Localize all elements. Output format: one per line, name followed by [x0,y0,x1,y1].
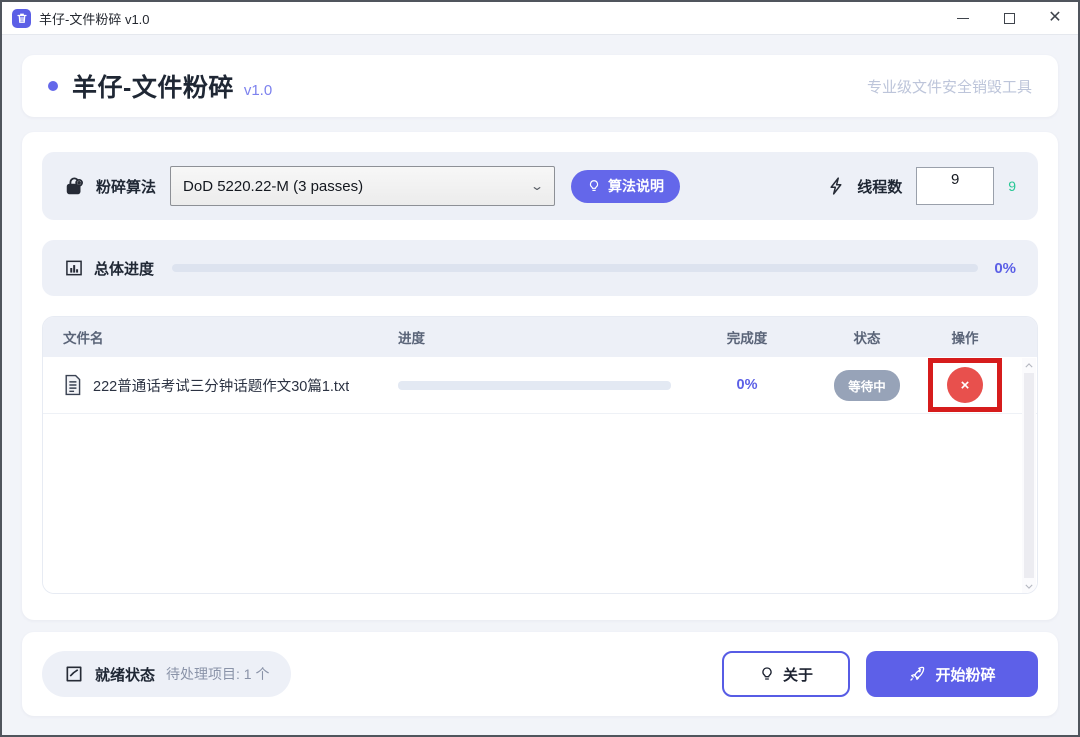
threads-hint: 9 [1008,178,1016,194]
lightning-icon [827,176,847,196]
algorithm-help-label: 算法说明 [608,176,664,196]
header-completion: 完成度 [683,327,811,347]
file-percent: 0% [737,377,758,393]
main-card: 粉碎算法 DoD 5220.22-M (3 passes) ⌄ 算法说明 线程数 [22,132,1058,620]
header-action: 操作 [923,327,1007,347]
pending-items-label: 待处理项目: 1 个 [166,664,269,684]
settings-panel: 粉碎算法 DoD 5220.22-M (3 passes) ⌄ 算法说明 线程数 [42,152,1038,220]
algorithm-label: 粉碎算法 [96,176,156,197]
minimize-button[interactable] [940,2,986,34]
version-label: v1.0 [244,82,272,99]
lock-icon [64,175,86,197]
table-row: 222普通话考试三分钟话题作文30篇1.txt 0% 等待中 × [43,357,1037,414]
table-header: 文件名 进度 完成度 状态 操作 [43,317,1037,357]
file-table: 文件名 进度 完成度 状态 操作 222普通话考试三分钟话题作文30篇1.txt [42,316,1038,594]
threads-group: 线程数 9 [827,167,1016,205]
scroll-down-icon[interactable] [1025,579,1033,593]
rocket-icon [908,665,926,683]
header-status: 状态 [811,327,923,347]
scroll-up-icon[interactable] [1025,358,1033,372]
maximize-button[interactable] [986,2,1032,34]
trash-app-icon [12,9,31,28]
close-icon: ✕ [1048,10,1061,26]
overall-progress-label: 总体进度 [94,258,154,279]
start-shred-button[interactable]: 开始粉碎 [866,651,1038,697]
list-scrollbar[interactable] [1022,358,1036,593]
overall-progress-panel: 总体进度 0% [42,240,1038,296]
maximize-icon [1004,13,1015,24]
bar-chart-icon [64,258,84,278]
app-subtitle: 专业级文件安全销毁工具 [867,76,1032,97]
chevron-down-icon: ⌄ [530,179,544,193]
remove-file-button[interactable]: × [947,367,983,403]
page-title: 羊仔-文件粉碎 [72,68,234,104]
about-button[interactable]: 关于 [722,651,850,697]
algorithm-selected-value: DoD 5220.22-M (3 passes) [183,178,532,195]
overall-progress-bar [172,264,978,272]
content-area: 羊仔-文件粉碎 v1.0 专业级文件安全销毁工具 粉碎算法 DoD 5220.2… [2,35,1078,736]
file-progress-bar [398,381,671,390]
footer-card: 就绪状态 待处理项目: 1 个 关于 开始粉碎 [22,632,1058,716]
algorithm-select[interactable]: DoD 5220.22-M (3 passes) ⌄ [170,166,555,206]
file-name: 222普通话考试三分钟话题作文30篇1.txt [93,375,349,396]
header-card: 羊仔-文件粉碎 v1.0 专业级文件安全销毁工具 [22,55,1058,117]
document-icon [63,374,82,396]
bulb-icon [587,179,601,193]
title-bar: 羊仔-文件粉碎 v1.0 ✕ [2,2,1078,35]
status-badge: 等待中 [834,370,900,401]
status-pill: 就绪状态 待处理项目: 1 个 [42,651,291,697]
ready-status-label: 就绪状态 [95,664,155,685]
accent-dot-icon [48,81,58,91]
checkbox-icon [64,664,84,684]
start-shred-label: 开始粉碎 [935,664,995,685]
app-window: 羊仔-文件粉碎 v1.0 ✕ 羊仔-文件粉碎 v1.0 专业级文件安全销毁工具 … [0,0,1080,737]
threads-label: 线程数 [857,176,902,197]
overall-progress-percent: 0% [994,260,1016,277]
bulb-icon [759,666,775,682]
threads-input[interactable] [916,167,994,205]
scrollbar-thumb[interactable] [1024,373,1034,578]
header-progress: 进度 [398,327,683,347]
window-title: 羊仔-文件粉碎 v1.0 [39,9,150,28]
algorithm-help-button[interactable]: 算法说明 [571,170,680,203]
about-label: 关于 [783,664,813,685]
table-body: 222普通话考试三分钟话题作文30篇1.txt 0% 等待中 × [43,357,1037,594]
minimize-icon [957,18,969,19]
close-button[interactable]: ✕ [1032,2,1078,34]
header-filename: 文件名 [43,327,398,347]
close-circle-icon: × [961,378,970,393]
